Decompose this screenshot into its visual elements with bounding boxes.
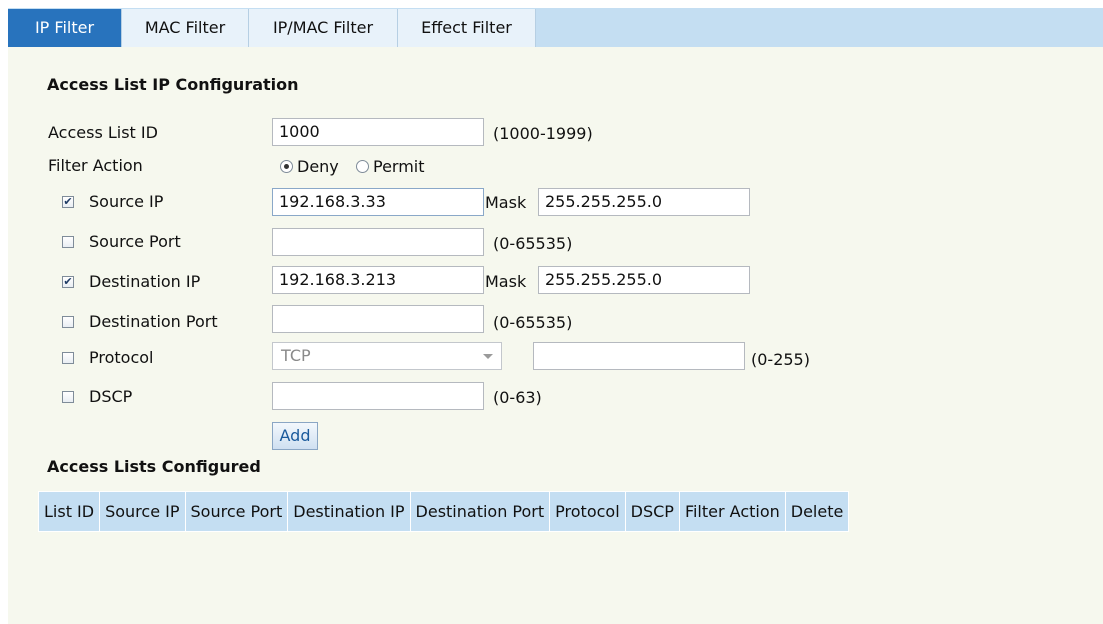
permit-radio-label: Permit	[373, 157, 425, 176]
permit-radio[interactable]	[356, 160, 369, 173]
protocol-checkbox[interactable]	[62, 352, 74, 364]
source-mask-input[interactable]: 255.255.255.0	[538, 188, 750, 216]
column-destination-ip: Destination IP	[287, 491, 411, 532]
access-list-id-label: Access List ID	[48, 123, 158, 142]
destination-mask-input[interactable]: 255.255.255.0	[538, 266, 750, 294]
chevron-down-icon	[483, 354, 493, 359]
source-port-hint: (0-65535)	[493, 234, 573, 253]
source-mask-label: Mask	[485, 193, 527, 212]
destination-ip-checkbox[interactable]: ✔	[62, 276, 74, 288]
source-ip-checkbox[interactable]: ✔	[62, 196, 74, 208]
protocol-hint: (0-255)	[751, 350, 810, 369]
destination-ip-label: Destination IP	[89, 272, 201, 291]
filter-action-label: Filter Action	[48, 156, 143, 175]
dscp-input[interactable]	[272, 382, 484, 410]
tab-bar: IP Filter MAC Filter IP/MAC Filter Effec…	[8, 8, 1103, 47]
source-ip-label: Source IP	[89, 192, 164, 211]
column-delete: Delete	[784, 491, 850, 532]
deny-radio-label: Deny	[297, 157, 339, 176]
column-dscp: DSCP	[624, 491, 680, 532]
column-filter-action: Filter Action	[678, 491, 786, 532]
add-button[interactable]: Add	[272, 422, 318, 450]
destination-port-checkbox[interactable]	[62, 316, 74, 328]
access-lists-table: List ID Source IP Source Port Destinatio…	[37, 491, 850, 532]
tab-ip-filter[interactable]: IP Filter	[8, 9, 122, 47]
source-port-label: Source Port	[89, 232, 181, 251]
destination-port-input[interactable]	[272, 305, 484, 333]
tab-mac-filter[interactable]: MAC Filter	[122, 9, 249, 47]
protocol-label: Protocol	[89, 348, 154, 367]
dscp-checkbox[interactable]	[62, 391, 74, 403]
column-protocol: Protocol	[549, 491, 626, 532]
destination-mask-label: Mask	[485, 272, 527, 291]
config-title: Access List IP Configuration	[47, 75, 299, 94]
column-destination-port: Destination Port	[409, 491, 551, 532]
table-header-row: List ID Source IP Source Port Destinatio…	[37, 491, 850, 532]
deny-radio[interactable]	[280, 160, 293, 173]
column-source-port: Source Port	[184, 491, 289, 532]
access-list-id-input[interactable]: 1000	[272, 118, 484, 146]
radio-selected-dot	[284, 164, 289, 169]
column-source-ip: Source IP	[99, 491, 186, 532]
protocol-select[interactable]: TCP	[272, 342, 502, 370]
destination-ip-input[interactable]: 192.168.3.213	[272, 266, 484, 294]
column-list-id: List ID	[37, 491, 101, 532]
protocol-select-value: TCP	[281, 346, 311, 365]
destination-port-hint: (0-65535)	[493, 313, 573, 332]
access-list-id-hint: (1000-1999)	[493, 124, 593, 143]
source-port-checkbox[interactable]	[62, 236, 74, 248]
destination-port-label: Destination Port	[89, 312, 218, 331]
dscp-label: DSCP	[89, 387, 133, 406]
tab-effect-filter[interactable]: Effect Filter	[398, 9, 536, 47]
dscp-hint: (0-63)	[493, 388, 542, 407]
source-ip-input[interactable]: 192.168.3.33	[272, 188, 484, 216]
lists-title: Access Lists Configured	[47, 457, 261, 476]
source-port-input[interactable]	[272, 228, 484, 256]
tab-ip-mac-filter[interactable]: IP/MAC Filter	[249, 9, 398, 47]
protocol-number-input[interactable]	[533, 342, 745, 370]
